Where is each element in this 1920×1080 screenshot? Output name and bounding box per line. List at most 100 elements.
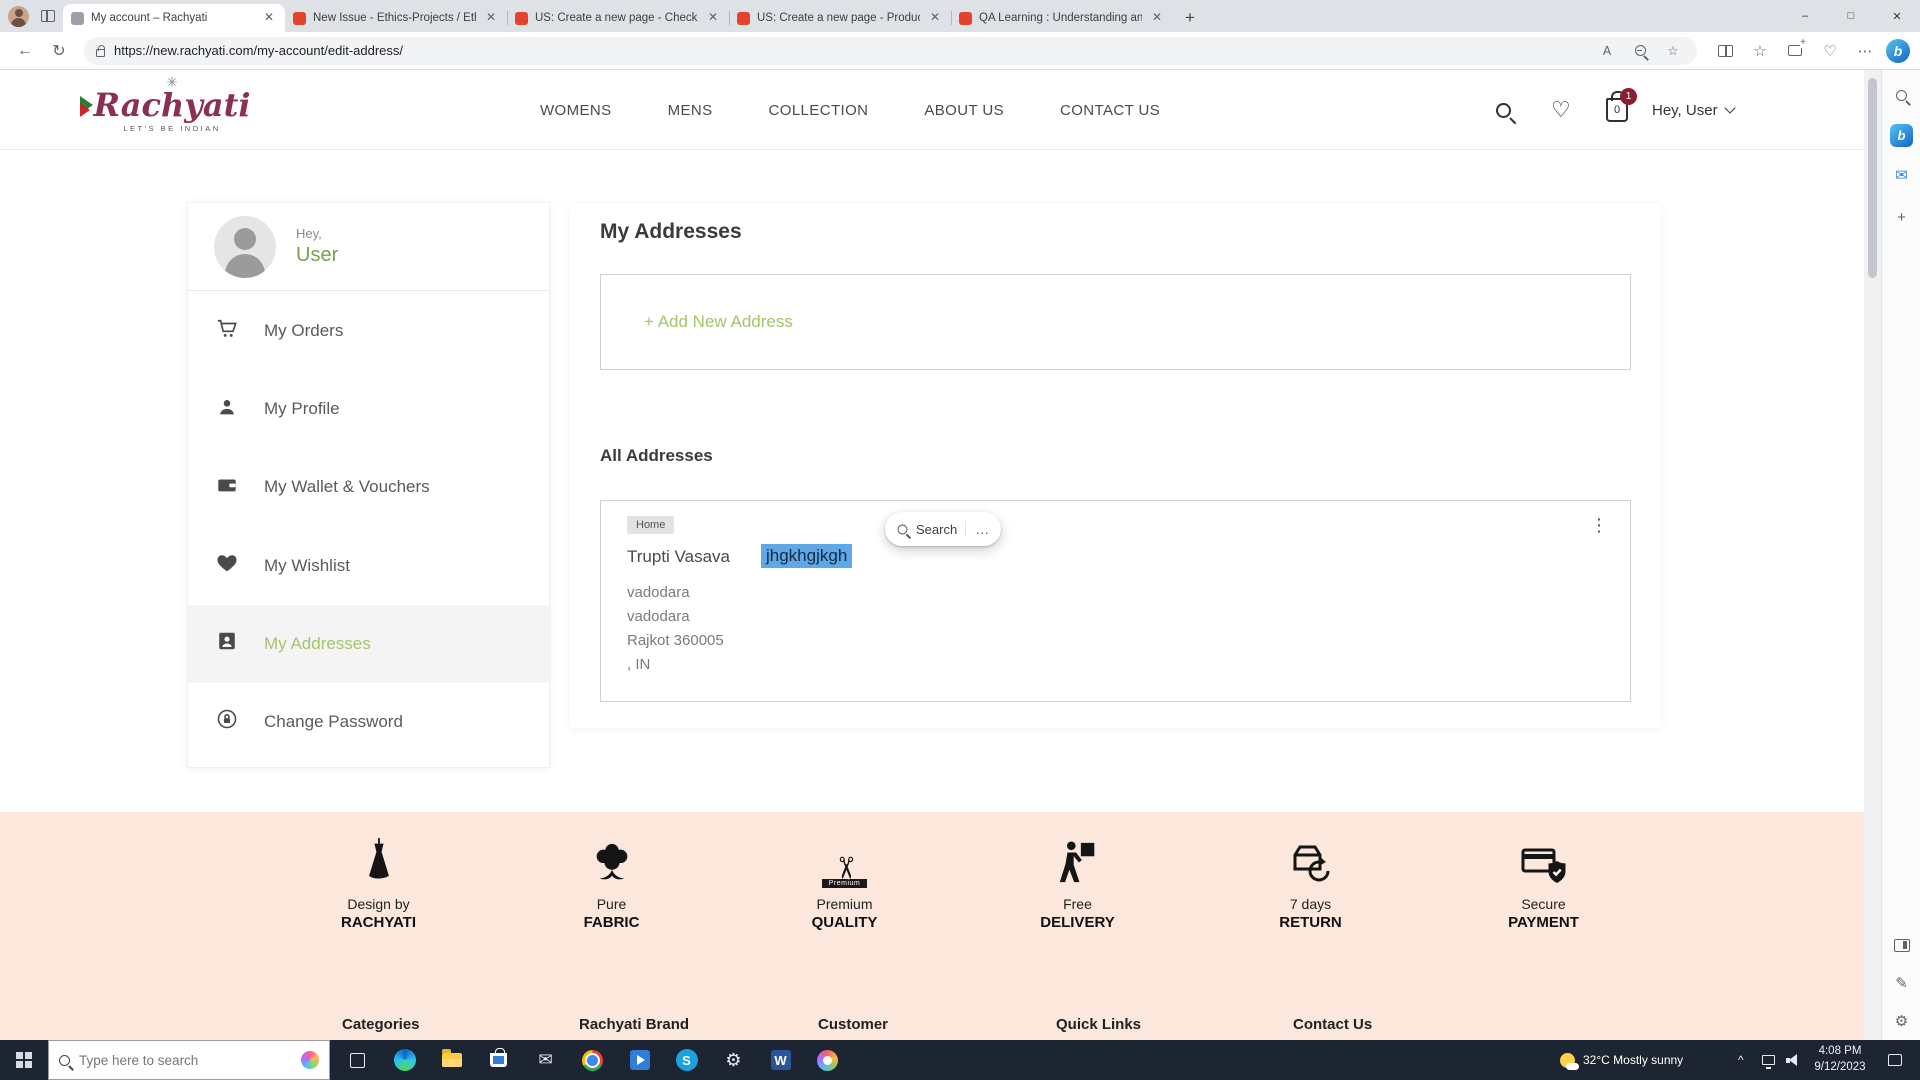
- sidebar-item-my-wallet[interactable]: My Wallet & Vouchers: [188, 448, 549, 526]
- store-icon[interactable]: [475, 1040, 522, 1080]
- start-button[interactable]: [0, 1040, 48, 1080]
- task-view-icon[interactable]: [334, 1040, 381, 1080]
- weather-text: 32°C Mostly sunny: [1583, 1053, 1683, 1067]
- address-card: Home Trupti Vasava jhgkhgjkgh vadodara v…: [600, 500, 1631, 702]
- cart-icon: [216, 318, 238, 345]
- tray-expand-icon[interactable]: ^: [1738, 1040, 1744, 1080]
- settings-gear-icon[interactable]: ⚙: [710, 1040, 757, 1080]
- scissors-premium-icon: ✂Premium: [752, 824, 937, 888]
- taskbar-clock[interactable]: 4:08 PM 9/12/2023: [1808, 1040, 1872, 1080]
- sidebar-add-icon[interactable]: +: [1882, 200, 1920, 234]
- sidebar-item-my-orders[interactable]: My Orders: [188, 292, 549, 370]
- tab-close-icon[interactable]: ✕: [1149, 10, 1165, 26]
- browser-profile-avatar[interactable]: [8, 6, 29, 27]
- sidebar-item-my-wishlist[interactable]: My Wishlist: [188, 527, 549, 605]
- account-menu[interactable]: Hey, User: [1652, 70, 1734, 150]
- tab-close-icon[interactable]: ✕: [705, 10, 721, 26]
- clock-time: 4:08 PM: [1819, 1044, 1862, 1060]
- workspaces-icon[interactable]: [41, 10, 55, 22]
- address-line: vadodara: [627, 605, 724, 629]
- search-icon: [898, 524, 908, 534]
- close-button[interactable]: ✕: [1874, 0, 1920, 32]
- tab-create-page-checkout[interactable]: US: Create a new page - Checko... ✕: [507, 4, 729, 32]
- sidebar-item-my-addresses[interactable]: My Addresses: [188, 605, 549, 683]
- edge-icon[interactable]: [381, 1040, 428, 1080]
- scrollbar-thumb[interactable]: [1868, 78, 1877, 278]
- nav-mens[interactable]: MENS: [668, 102, 713, 119]
- nav-about-us[interactable]: ABOUT US: [924, 102, 1004, 119]
- browser-essentials-icon[interactable]: ♡: [1816, 37, 1844, 65]
- logo-tagline: LET'S BE INDIAN: [72, 124, 272, 133]
- address-bar[interactable]: https://new.rachyati.com/my-account/edit…: [84, 37, 1697, 65]
- tab-qa-learning[interactable]: QA Learning : Understanding an... ✕: [951, 4, 1173, 32]
- return-box-icon: [1218, 824, 1403, 888]
- kebab-menu-icon[interactable]: ⋮: [1590, 515, 1608, 536]
- sidebar-bing-icon[interactable]: b: [1882, 118, 1920, 152]
- chrome-icon[interactable]: [569, 1040, 616, 1080]
- weather-widget[interactable]: 32°C Mostly sunny: [1560, 1040, 1683, 1080]
- bing-chat-icon[interactable]: b: [1886, 39, 1910, 63]
- notification-center-icon[interactable]: [1888, 1040, 1902, 1080]
- sidebar-edit-icon[interactable]: ✎: [1882, 966, 1920, 1000]
- paint-icon[interactable]: [804, 1040, 851, 1080]
- tab-title: US: Create a new page - Product...: [757, 12, 920, 24]
- url-text[interactable]: https://new.rachyati.com/my-account/edit…: [114, 43, 1586, 58]
- skype-icon[interactable]: S: [663, 1040, 710, 1080]
- lock-icon: [96, 49, 105, 57]
- nav-collection[interactable]: COLLECTION: [769, 102, 869, 119]
- mail-icon[interactable]: ✉: [522, 1040, 569, 1080]
- cart-badge: 1: [1620, 88, 1637, 105]
- movies-icon[interactable]: [616, 1040, 663, 1080]
- account-menu-list: My Orders My Profile My Wallet & Voucher…: [188, 292, 549, 761]
- cart-bag-icon[interactable]: 0 1: [1606, 70, 1628, 150]
- page-title: My Addresses: [600, 220, 742, 244]
- footer-col-contact: Contact Us: [1293, 1016, 1372, 1033]
- taskbar-search-input[interactable]: [79, 1053, 292, 1068]
- sidebar-item-change-password[interactable]: Change Password: [188, 683, 549, 761]
- page-scrollbar[interactable]: [1864, 70, 1881, 1040]
- favorite-star-icon[interactable]: ☆: [1661, 39, 1685, 63]
- tab-favicon: [959, 12, 972, 25]
- selected-text[interactable]: jhgkhgjkgh: [761, 544, 852, 568]
- sidebar-outlook-icon[interactable]: ✉: [1882, 158, 1920, 192]
- taskbar-search[interactable]: [48, 1040, 330, 1080]
- volume-icon[interactable]: [1786, 1040, 1801, 1080]
- read-aloud-icon[interactable]: A: [1595, 39, 1619, 63]
- maximize-button[interactable]: □: [1828, 0, 1874, 32]
- file-explorer-icon[interactable]: [428, 1040, 475, 1080]
- account-profile: Hey, User: [188, 203, 549, 291]
- tab-my-account[interactable]: My account – Rachyati ✕: [63, 4, 285, 32]
- back-icon[interactable]: ←: [10, 36, 40, 66]
- browser-tab-strip: My account – Rachyati ✕ New Issue - Ethi…: [0, 0, 1920, 32]
- sidebar-search-icon[interactable]: [1882, 78, 1920, 112]
- tab-create-page-product[interactable]: US: Create a new page - Product... ✕: [729, 4, 951, 32]
- sidebar-item-my-profile[interactable]: My Profile: [188, 370, 549, 448]
- sidebar-panel-icon[interactable]: [1882, 928, 1920, 962]
- favorites-icon[interactable]: ☆: [1746, 37, 1774, 65]
- zoom-icon[interactable]: [1628, 39, 1652, 63]
- tab-close-icon[interactable]: ✕: [483, 10, 499, 26]
- search-highlights-icon[interactable]: [301, 1051, 319, 1069]
- nav-contact-us[interactable]: CONTACT US: [1060, 102, 1160, 119]
- minimize-button[interactable]: –: [1782, 0, 1828, 32]
- nav-womens[interactable]: WOMENS: [540, 102, 612, 119]
- split-screen-icon[interactable]: [1711, 37, 1739, 65]
- settings-more-icon[interactable]: ⋯: [1851, 37, 1879, 65]
- refresh-icon[interactable]: ↻: [44, 36, 74, 66]
- address-line: Rajkot 360005: [627, 629, 724, 653]
- collections-icon[interactable]: [1781, 37, 1809, 65]
- wishlist-heart-icon[interactable]: ♡: [1551, 70, 1571, 150]
- popup-more-icon[interactable]: …: [965, 521, 989, 537]
- new-tab-button[interactable]: +: [1177, 5, 1203, 31]
- tab-close-icon[interactable]: ✕: [261, 10, 277, 26]
- search-icon[interactable]: [1496, 70, 1511, 150]
- word-icon[interactable]: W: [757, 1040, 804, 1080]
- popup-search-button[interactable]: Search: [916, 522, 957, 537]
- tab-close-icon[interactable]: ✕: [927, 10, 943, 26]
- add-new-address-button[interactable]: + Add New Address: [644, 312, 793, 332]
- site-logo[interactable]: ✳ Rachyati LET'S BE INDIAN: [72, 75, 272, 133]
- add-address-box[interactable]: + Add New Address: [600, 274, 1631, 370]
- secure-payment-icon: [1451, 824, 1636, 888]
- tab-new-issue[interactable]: New Issue - Ethics-Projects / Ethi... ✕: [285, 4, 507, 32]
- network-icon[interactable]: [1762, 1040, 1775, 1080]
